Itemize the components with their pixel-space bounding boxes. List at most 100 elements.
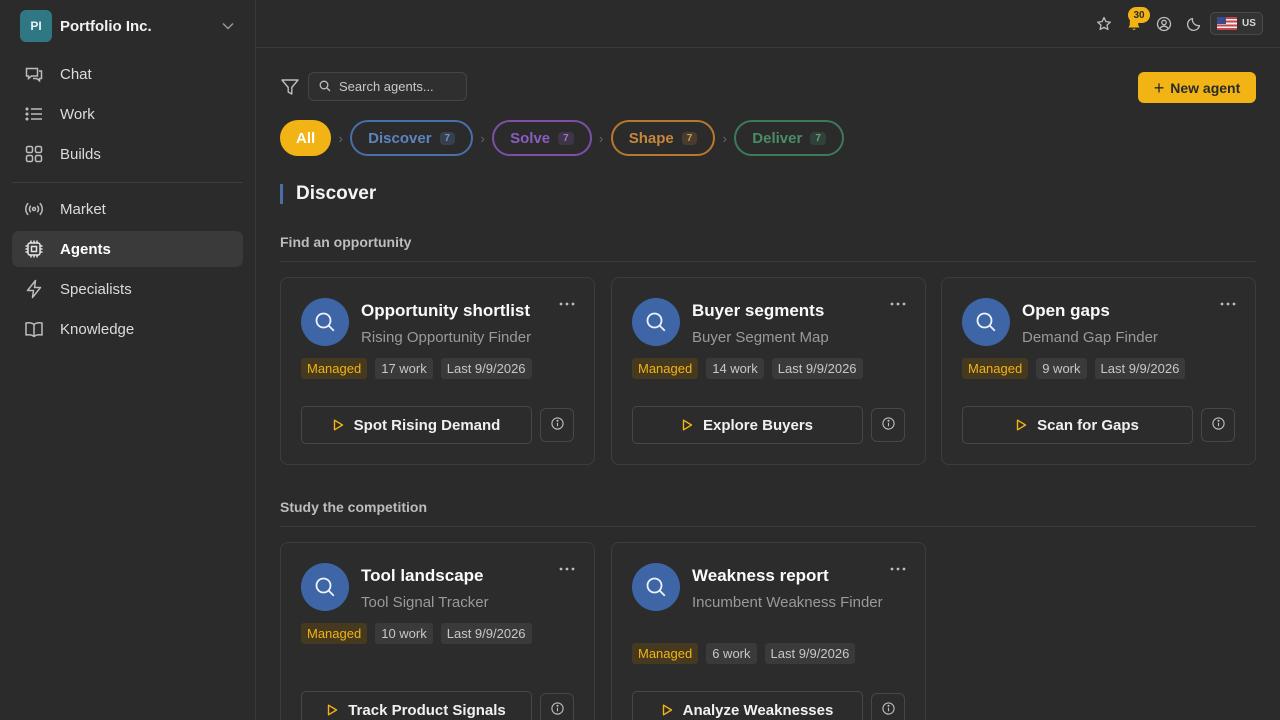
sidebar-item-work[interactable]: Work <box>12 96 243 132</box>
last-run: Last 9/9/2026 <box>440 358 532 379</box>
agent-card[interactable]: Buyer segments Buyer Segment Map Managed… <box>611 277 926 465</box>
sidebar-item-knowledge[interactable]: Knowledge <box>12 311 243 347</box>
search-icon <box>632 298 680 346</box>
new-agent-label: New agent <box>1170 79 1241 96</box>
play-icon <box>1016 419 1027 431</box>
work-count: 10 work <box>375 623 433 644</box>
stage-chip-solve[interactable]: Solve 7 <box>492 120 592 156</box>
section-accent-bar <box>280 184 283 204</box>
search-icon <box>632 563 680 611</box>
stage-count: 7 <box>558 131 574 145</box>
org-switcher[interactable]: PI Portfolio Inc. <box>20 10 236 42</box>
agent-title: Tool landscape <box>361 566 484 585</box>
us-flag-icon <box>1217 17 1237 30</box>
run-agent-label: Analyze Weaknesses <box>682 701 834 719</box>
sidebar-item-label: Builds <box>60 145 101 163</box>
agent-subtitle: Buyer Segment Map <box>692 329 829 346</box>
info-button[interactable] <box>540 693 574 720</box>
more-icon[interactable] <box>558 296 576 312</box>
org-name: Portfolio Inc. <box>60 17 152 35</box>
agent-card[interactable]: Weakness report Incumbent Weakness Finde… <box>611 542 926 720</box>
info-button[interactable] <box>871 408 905 442</box>
stage-chip-deliver[interactable]: Deliver 7 <box>734 120 844 156</box>
info-icon <box>881 702 895 718</box>
run-agent-label: Explore Buyers <box>702 416 814 434</box>
run-agent-button[interactable]: Spot Rising Demand <box>301 406 532 444</box>
user-icon[interactable] <box>1154 14 1174 34</box>
org-logo: PI <box>20 10 52 42</box>
locale-selector[interactable]: US <box>1210 12 1263 35</box>
stage-separator: › <box>480 130 485 146</box>
agent-card[interactable]: Open gaps Demand Gap Finder Managed 9 wo… <box>941 277 1256 465</box>
work-count: 9 work <box>1036 358 1087 379</box>
stage-label: Shape <box>628 129 674 147</box>
managed-badge: Managed <box>962 358 1029 379</box>
sidebar-item-builds[interactable]: Builds <box>12 136 243 172</box>
stage-label: Solve <box>510 129 551 147</box>
broadcast-icon <box>24 199 44 219</box>
filter-icon[interactable] <box>280 77 300 97</box>
search-input[interactable] <box>339 79 459 94</box>
more-icon[interactable] <box>889 561 907 577</box>
managed-badge: Managed <box>632 358 699 379</box>
agent-card[interactable]: Tool landscape Tool Signal Tracker Manag… <box>280 542 595 720</box>
lightning-icon <box>24 279 44 299</box>
agent-tags: Managed 17 work Last 9/9/2026 <box>301 358 540 379</box>
more-icon[interactable] <box>889 296 907 312</box>
stage-count: 7 <box>681 131 698 145</box>
info-button[interactable] <box>871 693 905 720</box>
work-count: 14 work <box>706 358 764 379</box>
stage-label: Discover <box>368 129 432 147</box>
play-icon <box>327 704 338 716</box>
sidebar-item-market[interactable]: Market <box>12 191 243 227</box>
agent-subtitle: Demand Gap Finder <box>1022 329 1158 346</box>
section-title: Discover <box>296 183 377 204</box>
sidebar-item-label: Market <box>60 200 106 218</box>
sidebar-item-chat[interactable]: Chat <box>12 56 243 92</box>
new-agent-button[interactable]: + New agent <box>1138 72 1256 103</box>
stage-count: 7 <box>810 131 826 145</box>
star-icon[interactable] <box>1094 14 1114 34</box>
stage-chip-all[interactable]: All <box>280 120 332 156</box>
book-icon <box>24 319 44 339</box>
agent-tags: Managed 10 work Last 9/9/2026 <box>301 623 540 644</box>
stage-chip-shape[interactable]: Shape 7 <box>610 120 716 156</box>
more-icon[interactable] <box>558 561 576 577</box>
search-icon <box>319 79 331 95</box>
stage-label: All <box>296 129 316 147</box>
search-icon <box>301 298 349 346</box>
run-agent-button[interactable]: Scan for Gaps <box>962 406 1193 444</box>
info-icon <box>550 417 564 433</box>
moon-icon[interactable] <box>1184 14 1204 34</box>
info-button[interactable] <box>1201 408 1235 442</box>
agent-title: Buyer segments <box>692 301 825 320</box>
stage-separator: › <box>722 130 727 146</box>
info-icon <box>550 702 564 718</box>
agent-subtitle: Rising Opportunity Finder <box>361 329 532 346</box>
sidebar-divider <box>12 182 243 183</box>
run-agent-button[interactable]: Track Product Signals <box>301 691 532 720</box>
sidebar-item-label: Agents <box>60 240 111 258</box>
search-box[interactable] <box>308 72 467 101</box>
chevron-down-icon[interactable] <box>220 18 236 34</box>
managed-badge: Managed <box>632 643 699 664</box>
search-icon <box>301 563 349 611</box>
info-icon <box>1211 417 1225 433</box>
info-button[interactable] <box>540 408 574 442</box>
chat-icon <box>24 64 44 84</box>
stage-chip-discover[interactable]: Discover 7 <box>350 120 474 156</box>
group-title: Find an opportunity <box>280 234 1256 262</box>
agent-title: Weakness report <box>692 566 829 585</box>
sidebar-item-label: Chat <box>60 65 92 83</box>
agent-card[interactable]: Opportunity shortlist Rising Opportunity… <box>280 277 595 465</box>
last-run: Last 9/9/2026 <box>764 643 856 664</box>
stage-label: Deliver <box>752 129 803 147</box>
sidebar-item-label: Specialists <box>60 280 132 298</box>
chip-icon <box>24 239 44 259</box>
run-agent-button[interactable]: Analyze Weaknesses <box>632 691 863 720</box>
sidebar-item-agents[interactable]: Agents <box>12 231 243 267</box>
sidebar-item-specialists[interactable]: Specialists <box>12 271 243 307</box>
run-agent-button[interactable]: Explore Buyers <box>632 406 863 444</box>
stage-filter: All › Discover 7 › Solve 7 › Shape 7 › D… <box>280 120 844 156</box>
more-icon[interactable] <box>1219 296 1237 312</box>
